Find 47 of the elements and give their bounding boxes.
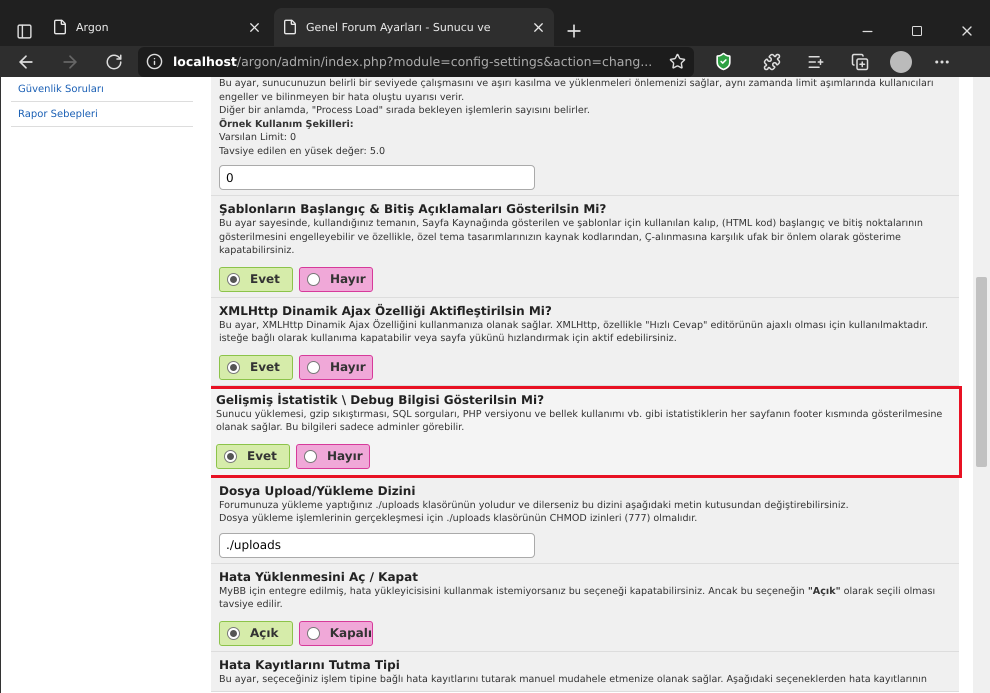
setting-title: XMLHttp Dinamik Ajax Özelliği Aktifleştirilsin Mi? [219,304,553,318]
setting-description: Diğer bir anlamda, "Process Load" sırada bekleyen işlemlerin sayısını belirler. [219,104,591,118]
avatar[interactable] [890,50,912,72]
radio-option[interactable]: Evet [219,354,293,380]
setting-description: MyBB için entegre edilmiş, hata yükleyicisisini kullanmak istemiyorsanız bu seçeneği kapatabilirsiniz. Ancak bu seçeneğin "Açık" olarak seçili olması tavsiye edilir. [219,584,936,612]
radio-option[interactable]: Evet [219,266,293,292]
page-icon [282,19,298,35]
scrollbar[interactable] [973,77,990,693]
setting-title: Hata Kayıtlarını Tutma Tipi [219,658,401,672]
radio-option[interactable]: Evet [216,444,290,468]
sidebar-link[interactable]: Güvenlik Soruları [11,77,193,102]
text-field[interactable]: 0 [219,165,535,190]
radio-option[interactable]: Hayır [299,266,373,292]
radio-icon [307,272,320,286]
setting-title: Gelişmiş İstatistik \ Debug Bilgisi Gösterilsin Mi? [216,392,546,406]
browser-tab[interactable]: Genel Forum Ayarları - Sunucu ve [274,8,554,46]
radio-option[interactable]: Açık [219,620,293,646]
setting-description: Bu ayar sayesinde, kullandığınız temanın, Sayfa Kaynağında gösterilen ve şablonlar için kullanılan kalıp, (HTML kod) başlangıç ve bitiş noktalarının gösterilmesini engelleyebilir ve özellikle, özel tema tasarımlarınızın kaynak kodlarından, Ç-alınmasına karşılık ufak bir önlem olarak gösterime kapatabilirsiniz. [219,217,924,258]
setting-description: Örnek Kullanım Şekilleri: [219,118,355,131]
page-icon [52,19,68,35]
setting-description: Bu ayar, seçeceğiniz işlem tipine bağlı hata kayıtlarını tutarak manuel mudahele etmenize olanak sağlar. Aşağıdaki seçeneklerden hata kayıtlarının [219,672,928,686]
radio-icon [227,272,240,286]
sidebar-link[interactable]: Rapor Sebepleri [11,102,193,127]
radio-icon [224,450,237,462]
radio-option[interactable]: Hayır [299,354,373,380]
radio-icon [227,626,240,640]
browser-tab[interactable]: Argon [44,8,270,46]
radio-option[interactable]: Kapalı [299,620,373,646]
radio-icon [227,360,240,374]
favorite-icon[interactable] [669,53,686,70]
setting-description: Varsılan Limit: 0 [219,131,298,144]
setting-description: Forumunuza yükleme yaptığınız ./uploads klasörünün yoludur ve dilerseniz bu dizini aşağıdaki metin kutusundan değiştirebilirsiniz. [219,498,850,512]
setting-title: Hata Yüklenmesini Aç / Kapat [219,570,419,584]
radio-option[interactable]: Hayır [296,444,370,468]
radio-icon [304,450,317,462]
address-bar[interactable]: localhost/argon/admin/index.php?module=config-settings&action=chang... [138,46,694,76]
info-icon[interactable] [146,53,163,70]
setting-title: Dosya Upload/Yükleme Dizini [219,484,416,498]
radio-icon [307,360,320,374]
setting-title: Şablonların Başlangıç & Bitiş Açıklamaları Gösterilsin Mi? [219,202,608,216]
radio-icon [307,626,320,640]
setting-description: Sunucu yüklemesi, gzip sıkıştırması, SQL sorguları, PHP versiyonu ve bellek kullanımı vb. gibi istatistiklerin her sayfanın footer kısmında gösterilmesine olanak sağlar. Bu bilgileri sadece adminler görebilir. [216,408,944,434]
text-field[interactable]: ./uploads [219,532,535,558]
setting-description: Dosya yükleme işlemlerinin gerçekleşmesi için ./uploads klasörünün CHMOD izinleri (777) olmalıdır. [219,512,698,526]
setting-description: Bu ayar, sunucunuzun belirli bir seviyede çalışmasını ve aşırı kasılma ve yüklenmeleri önlemenizi sağlar, aynı zamanda limit aşımlarında kullanıcıları engeller ve bilinmeyen bir hata oluştu uyarısı verir. [219,77,934,104]
setting-description: Bu ayar, XMLHttp Dinamik Ajax Özelliğini kullanmanıza olanak sağlar. XMLHttp, özellikle "Hızlı Cevap" editörünün ajaxlı olması için kullanılmaktadır. isteğe bağlı olarak kullanıma kapatabilir veya sayfa yükünü hızlandırmak için aktif edebilirsiniz. [219,318,930,346]
setting-description: Tavsiye edilen en yüsek değer: 5.0 [219,144,386,158]
